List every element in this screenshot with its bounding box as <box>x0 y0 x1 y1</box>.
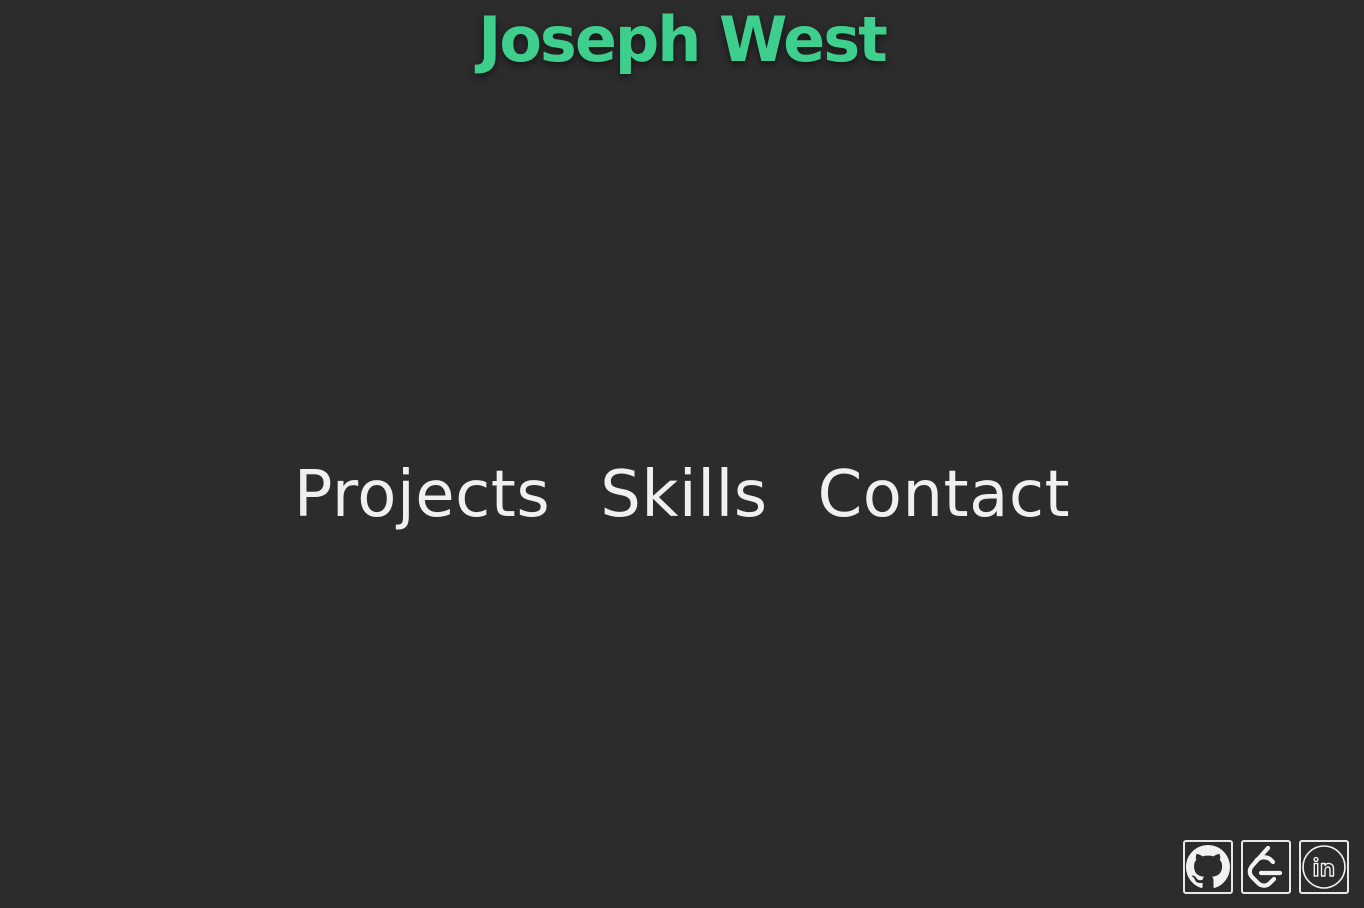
leetcode-link[interactable] <box>1241 840 1291 894</box>
github-icon <box>1186 845 1230 888</box>
nav-link-projects[interactable]: Projects <box>294 455 550 535</box>
leetcode-icon <box>1247 845 1283 888</box>
linkedin-link[interactable] <box>1299 840 1349 894</box>
social-links <box>1183 840 1349 894</box>
main-nav: Projects Skills Contact <box>0 455 1364 535</box>
github-link[interactable] <box>1183 840 1233 894</box>
site-title: Joseph West <box>478 3 888 76</box>
nav-link-skills[interactable]: Skills <box>600 455 767 535</box>
nav-link-contact[interactable]: Contact <box>818 455 1071 535</box>
linkedin-icon <box>1302 845 1346 889</box>
